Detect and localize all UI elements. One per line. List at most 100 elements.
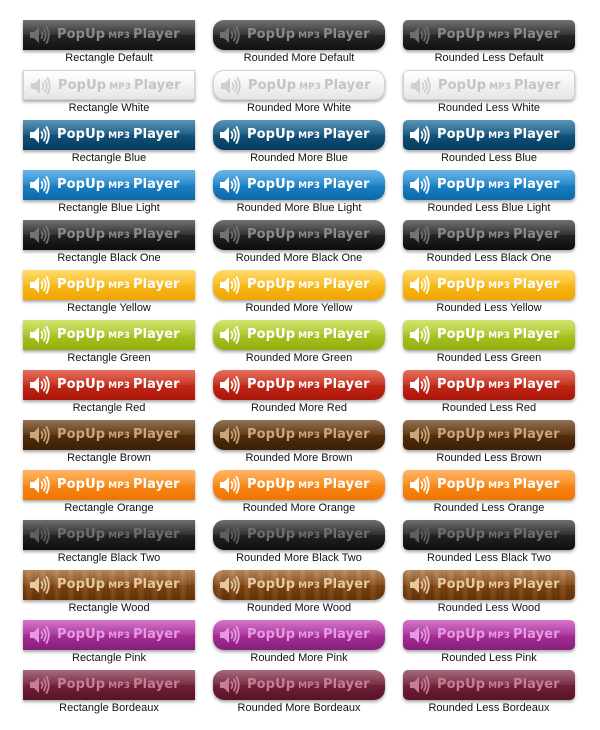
button-style-item: PopUp MP3 Player Rounded More Brown xyxy=(213,420,385,470)
player-word: Player xyxy=(322,277,370,292)
style-caption: Rounded Less Orange xyxy=(433,502,545,514)
popup-mp3-player-button[interactable]: PopUp MP3 Player xyxy=(23,320,195,350)
popup-mp3-player-button[interactable]: PopUp MP3 Player xyxy=(213,20,385,50)
player-word: Player xyxy=(322,427,370,442)
speaker-icon xyxy=(220,176,240,194)
popup-mp3-player-button[interactable]: PopUp MP3 Player xyxy=(403,470,575,500)
popup-mp3-player-button[interactable]: PopUp MP3 Player xyxy=(403,220,575,250)
popup-mp3-player-button[interactable]: PopUp MP3 Player xyxy=(403,620,575,650)
player-word: Player xyxy=(132,227,180,242)
button-row: PopUp MP3 Player Rectangle Wood PopUp MP3 Play… xyxy=(0,570,600,620)
button-text: PopUp MP3 Player xyxy=(57,620,180,650)
popup-mp3-player-button[interactable]: PopUp MP3 Player xyxy=(403,420,575,450)
mp3-word: MP3 xyxy=(488,531,510,541)
player-word: Player xyxy=(322,127,370,142)
player-word: Player xyxy=(132,277,180,292)
popup-mp3-player-button[interactable]: PopUp MP3 Player xyxy=(403,120,575,150)
style-caption: Rectangle Red xyxy=(72,402,146,414)
popup-mp3-player-button[interactable]: PopUp MP3 Player xyxy=(403,70,575,100)
mp3-word: MP3 xyxy=(108,481,130,491)
popup-mp3-player-button[interactable]: PopUp MP3 Player xyxy=(403,370,575,400)
popup-mp3-player-button[interactable]: PopUp MP3 Player xyxy=(213,670,385,700)
mp3-word: MP3 xyxy=(298,31,320,41)
popup-mp3-player-button[interactable]: PopUp MP3 Player xyxy=(403,570,575,600)
popup-mp3-player-button[interactable]: PopUp MP3 Player xyxy=(403,520,575,550)
button-row: PopUp MP3 Player Rectangle Green PopUp MP3 Pla… xyxy=(0,320,600,370)
button-text: PopUp MP3 Player xyxy=(247,370,370,400)
popup-mp3-player-button[interactable]: PopUp MP3 Player xyxy=(23,620,195,650)
popup-mp3-player-button[interactable]: PopUp MP3 Player xyxy=(403,270,575,300)
popup-word: PopUp xyxy=(248,78,297,93)
popup-mp3-player-button[interactable]: PopUp MP3 Player xyxy=(213,570,385,600)
popup-mp3-player-button[interactable]: PopUp MP3 Player xyxy=(23,270,195,300)
popup-mp3-player-button[interactable]: PopUp MP3 Player xyxy=(213,520,385,550)
button-style-item: PopUp MP3 Player Rounded Less Blue Light xyxy=(403,170,575,220)
style-caption: Rounded Less Black One xyxy=(426,252,552,264)
player-word: Player xyxy=(512,227,560,242)
style-caption: Rounded More Black One xyxy=(235,252,363,264)
popup-word: PopUp xyxy=(437,377,486,392)
button-style-item: PopUp MP3 Player Rounded More Yellow xyxy=(213,270,385,320)
popup-mp3-player-button[interactable]: PopUp MP3 Player xyxy=(213,320,385,350)
mp3-word: MP3 xyxy=(298,681,320,691)
mp3-word: MP3 xyxy=(298,181,320,191)
popup-word: PopUp xyxy=(57,227,106,242)
popup-mp3-player-button[interactable]: PopUp MP3 Player xyxy=(213,220,385,250)
popup-mp3-player-button[interactable]: PopUp MP3 Player xyxy=(213,370,385,400)
player-word: Player xyxy=(512,377,560,392)
popup-word: PopUp xyxy=(57,377,106,392)
speaker-icon xyxy=(410,676,430,694)
speaker-icon xyxy=(411,77,431,95)
popup-mp3-player-button[interactable]: PopUp MP3 Player xyxy=(213,270,385,300)
popup-mp3-player-button[interactable]: PopUp MP3 Player xyxy=(23,420,195,450)
popup-mp3-player-button[interactable]: PopUp MP3 Player xyxy=(403,170,575,200)
player-word: Player xyxy=(132,677,180,692)
popup-mp3-player-button[interactable]: PopUp MP3 Player xyxy=(23,470,195,500)
popup-word: PopUp xyxy=(247,327,296,342)
popup-mp3-player-button[interactable]: PopUp MP3 Player xyxy=(23,370,195,400)
popup-mp3-player-button[interactable]: PopUp MP3 Player xyxy=(403,320,575,350)
mp3-word: MP3 xyxy=(108,381,130,391)
popup-mp3-player-button[interactable]: PopUp MP3 Player xyxy=(23,520,195,550)
mp3-word: MP3 xyxy=(108,681,130,691)
style-caption: Rounded Less Green xyxy=(436,352,542,364)
popup-mp3-player-button[interactable]: PopUp MP3 Player xyxy=(23,120,195,150)
style-caption: Rectangle Default xyxy=(65,52,153,64)
popup-mp3-player-button[interactable]: PopUp MP3 Player xyxy=(213,120,385,150)
mp3-word: MP3 xyxy=(488,431,510,441)
popup-mp3-player-button[interactable]: PopUp MP3 Player xyxy=(403,670,575,700)
button-text: PopUp MP3 Player xyxy=(247,220,370,250)
speaker-icon xyxy=(31,77,51,95)
popup-word: PopUp xyxy=(57,127,106,142)
button-row: PopUp MP3 Player Rectangle White PopUp MP3 Pla… xyxy=(0,70,600,120)
popup-mp3-player-button[interactable]: PopUp MP3 Player xyxy=(403,20,575,50)
button-text: PopUp MP3 Player xyxy=(57,220,180,250)
popup-mp3-player-button[interactable]: PopUp MP3 Player xyxy=(23,570,195,600)
popup-mp3-player-button[interactable]: PopUp MP3 Player xyxy=(213,420,385,450)
popup-word: PopUp xyxy=(437,427,486,442)
popup-mp3-player-button[interactable]: PopUp MP3 Player xyxy=(213,170,385,200)
button-style-item: PopUp MP3 Player Rounded More Black Two xyxy=(213,520,385,570)
mp3-word: MP3 xyxy=(488,631,510,641)
popup-mp3-player-button[interactable]: PopUp MP3 Player xyxy=(23,220,195,250)
player-word: Player xyxy=(132,177,180,192)
button-text: PopUp MP3 Player xyxy=(247,670,370,700)
popup-mp3-player-button[interactable]: PopUp MP3 Player xyxy=(23,20,195,50)
popup-word: PopUp xyxy=(437,477,486,492)
popup-word: PopUp xyxy=(247,677,296,692)
popup-mp3-player-button[interactable]: PopUp MP3 Player xyxy=(23,70,195,100)
speaker-icon xyxy=(30,676,50,694)
style-caption: Rounded More Green xyxy=(245,352,353,364)
popup-mp3-player-button[interactable]: PopUp MP3 Player xyxy=(213,70,385,100)
button-style-item: PopUp MP3 Player Rounded More Wood xyxy=(213,570,385,620)
popup-mp3-player-button[interactable]: PopUp MP3 Player xyxy=(213,620,385,650)
button-text: PopUp MP3 Player xyxy=(437,320,560,350)
button-text: PopUp MP3 Player xyxy=(437,470,560,500)
mp3-word: MP3 xyxy=(298,431,320,441)
button-style-item: PopUp MP3 Player Rounded Less Wood xyxy=(403,570,575,620)
popup-word: PopUp xyxy=(247,177,296,192)
popup-mp3-player-button[interactable]: PopUp MP3 Player xyxy=(213,470,385,500)
popup-mp3-player-button[interactable]: PopUp MP3 Player xyxy=(23,170,195,200)
popup-mp3-player-button[interactable]: PopUp MP3 Player xyxy=(23,670,195,700)
speaker-icon xyxy=(30,26,50,44)
